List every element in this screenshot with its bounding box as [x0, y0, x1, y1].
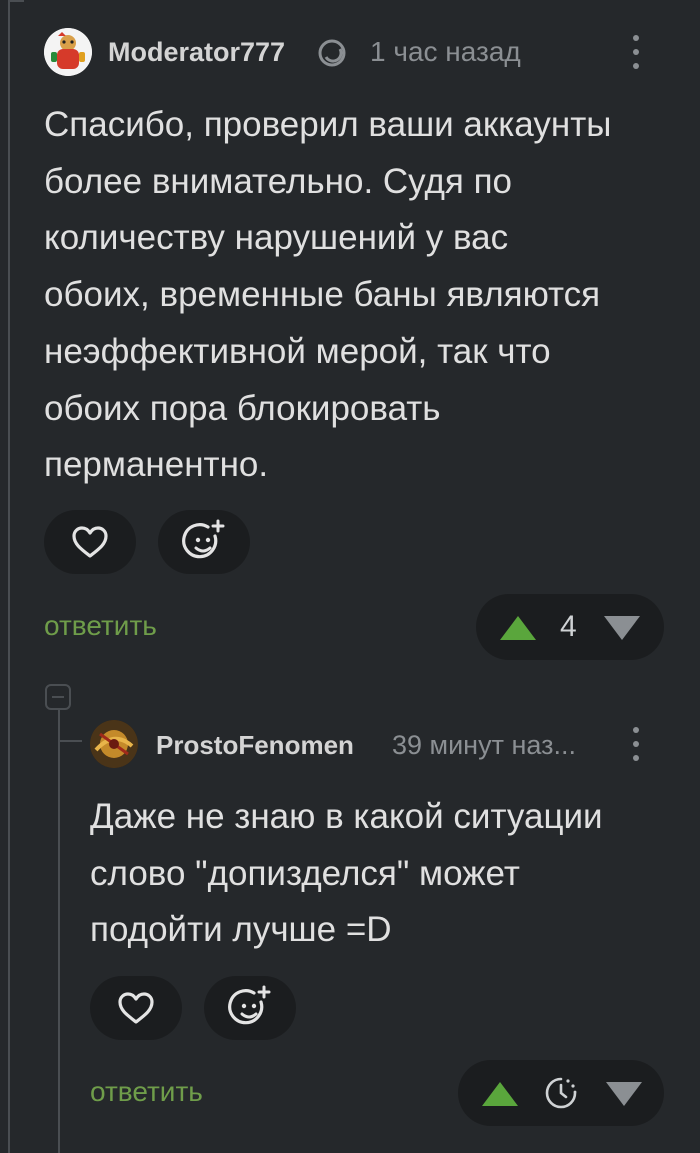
heart-icon — [118, 992, 154, 1024]
like-button[interactable] — [44, 510, 136, 574]
downvote-icon[interactable] — [602, 614, 642, 642]
moderator-badge-icon — [316, 38, 348, 68]
comment-text: Спасибо, проверил ваши аккаунты более вн… — [44, 105, 612, 485]
thread-line-connector — [8, 0, 24, 2]
thread-line-root — [8, 0, 10, 1153]
reply-button[interactable]: ответить — [44, 610, 157, 642]
upvote-icon[interactable] — [480, 1080, 520, 1108]
moderator-avatar-image — [44, 28, 92, 76]
avatar[interactable] — [90, 720, 138, 768]
comment-text: Даже не знаю в какой ситуации слово "доп… — [90, 797, 603, 950]
timestamp: 39 минут наз... — [392, 730, 576, 760]
more-options-icon[interactable] — [626, 35, 646, 69]
like-button[interactable] — [90, 976, 182, 1040]
avatar[interactable] — [44, 28, 92, 76]
downvote-icon[interactable] — [604, 1080, 644, 1108]
prostofenomen-avatar-image — [90, 720, 138, 768]
reply-button[interactable]: ответить — [90, 1076, 203, 1108]
more-options-icon[interactable] — [626, 727, 646, 761]
add-reaction-button[interactable] — [204, 976, 296, 1040]
heart-icon — [72, 526, 108, 558]
rating-widget — [458, 1060, 664, 1126]
rating-widget: 4 — [476, 594, 664, 660]
clock-icon — [545, 1077, 577, 1109]
reply-connector-line — [58, 740, 82, 742]
upvote-icon[interactable] — [498, 614, 538, 642]
add-reaction-button[interactable] — [158, 510, 250, 574]
add-emoji-icon — [228, 985, 271, 1025]
username[interactable]: Moderator777 — [108, 37, 285, 68]
timestamp: 1 час назад — [370, 36, 521, 67]
collapse-thread-button[interactable] — [45, 684, 71, 710]
add-emoji-icon — [182, 519, 225, 559]
thread-line-reply — [58, 710, 60, 1153]
rating-count: 4 — [560, 610, 577, 643]
username[interactable]: ProstoFenomen — [156, 730, 354, 761]
